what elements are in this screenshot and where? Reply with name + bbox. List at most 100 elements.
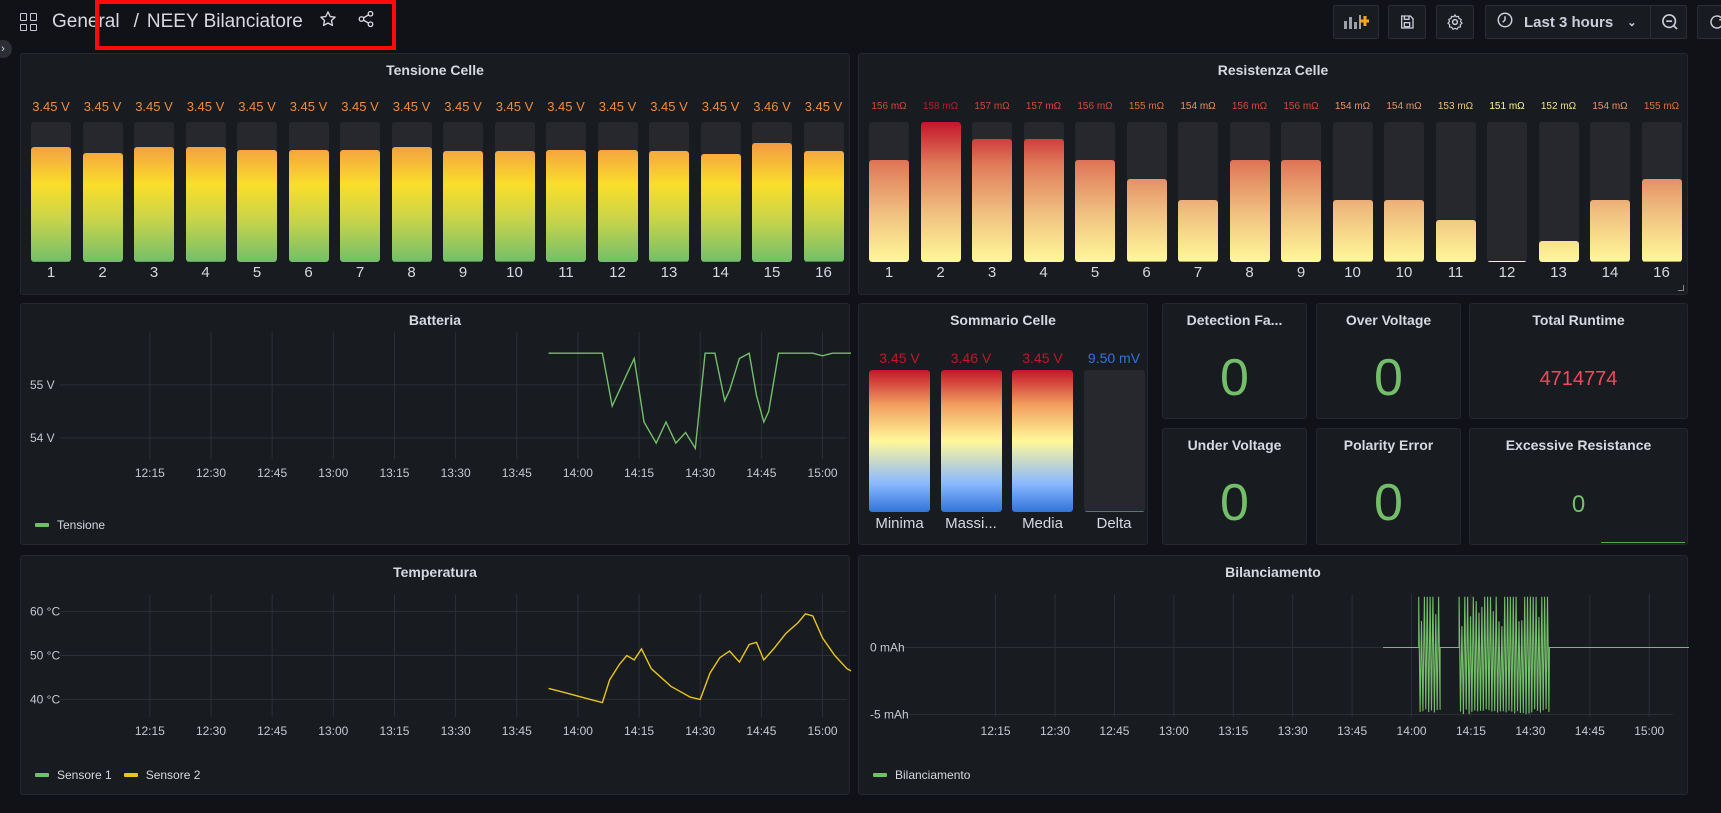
gauge-fill bbox=[494, 151, 535, 262]
refresh-button[interactable] bbox=[1697, 5, 1721, 39]
gauge-fill bbox=[1538, 241, 1579, 262]
x-tick-label: 15:00 bbox=[808, 466, 838, 480]
x-tick-label: 14:30 bbox=[1515, 724, 1545, 738]
gauge-track bbox=[869, 370, 930, 512]
x-tick-label: 13:45 bbox=[502, 466, 532, 480]
chart-legend: Bilanciamento bbox=[873, 768, 970, 782]
panel-over-voltage: Over Voltage 0 bbox=[1316, 303, 1461, 419]
gauge-fill bbox=[940, 370, 1002, 512]
y-tick-label: -5 mAh bbox=[870, 707, 909, 721]
x-tick-label: 13:30 bbox=[441, 724, 471, 738]
gauge-track bbox=[288, 122, 329, 262]
x-tick-label: 14:00 bbox=[563, 724, 593, 738]
resize-handle-icon[interactable] bbox=[1678, 285, 1684, 291]
panel-resistenza-celle: Resistenza Celle 156 mΩ 1 158 mΩ 2 157 mΩ 3 15… bbox=[858, 53, 1688, 295]
legend-label: Sensore 1 bbox=[57, 768, 112, 782]
legend-label: Sensore 2 bbox=[145, 768, 201, 782]
x-tick-label: 14:15 bbox=[624, 724, 654, 738]
y-tick-label: 40 °C bbox=[30, 692, 60, 706]
dashboard-settings-button[interactable] bbox=[1436, 5, 1474, 39]
gauge-fill bbox=[869, 370, 930, 512]
panel-title: Excessive Resistance bbox=[1505, 437, 1652, 453]
y-tick-label: 60 °C bbox=[30, 605, 60, 619]
zoom-out-icon[interactable] bbox=[1660, 12, 1680, 36]
x-tick-label: 12:45 bbox=[1099, 724, 1129, 738]
gauge-track bbox=[1281, 122, 1321, 262]
gauge-track bbox=[1538, 122, 1579, 262]
x-tick-label: 13:00 bbox=[318, 466, 348, 480]
battery-voltage-chart[interactable]: 12:15 12:30 12:45 13:00 13:15 13:30 13:45 14:00… bbox=[21, 314, 851, 524]
gauge-value: 9.50 mV bbox=[1087, 350, 1141, 366]
gauge-fill bbox=[31, 147, 71, 262]
x-tick-label: 14:15 bbox=[1456, 724, 1486, 738]
y-tick-label: 55 V bbox=[30, 378, 55, 392]
gauge-track bbox=[1487, 122, 1527, 262]
temperature-chart[interactable]: 12:15 12:30 12:45 13:00 13:15 13:30 13:45 14:00… bbox=[21, 564, 851, 774]
gauge-fill bbox=[1641, 179, 1682, 262]
panel-title: Resistenza Celle bbox=[1217, 62, 1329, 78]
gauge-track bbox=[494, 122, 535, 262]
gauge-fill bbox=[185, 147, 226, 262]
stat-value: 0 bbox=[1220, 349, 1249, 407]
panel-detection-failure: Detection Fa... 0 bbox=[1162, 303, 1307, 419]
gauge-track bbox=[1332, 122, 1373, 262]
gauge-fill bbox=[1435, 220, 1476, 262]
gauge-fill bbox=[1332, 200, 1373, 262]
panel-excessive-resistance: Excessive Resistance 0 bbox=[1469, 428, 1688, 545]
gauge-fill bbox=[443, 151, 483, 262]
x-tick-label: 14:15 bbox=[624, 466, 654, 480]
gauge-track bbox=[940, 370, 1002, 512]
gauge-track bbox=[1229, 122, 1270, 262]
gauge-track bbox=[82, 122, 123, 262]
legend-label: Bilanciamento bbox=[895, 768, 971, 782]
x-tick-label: 15:00 bbox=[808, 724, 838, 738]
add-panel-button[interactable] bbox=[1333, 5, 1379, 39]
gauge-value: 155 mΩ bbox=[1643, 101, 1680, 112]
panel-tensione-celle: Tensione Celle 3.45 V 1 3.45 V 2 3.45 V 3 3.45… bbox=[20, 53, 850, 295]
gauge-track bbox=[391, 122, 432, 262]
gauge-fill bbox=[340, 150, 380, 262]
gauge-fill bbox=[1384, 200, 1424, 262]
gauge-track bbox=[237, 122, 277, 262]
gauge-fill bbox=[237, 150, 277, 262]
panel-polarity-error: Polarity Error 0 bbox=[1316, 428, 1461, 545]
x-tick-label: 13:15 bbox=[379, 466, 409, 480]
save-dashboard-button[interactable] bbox=[1388, 5, 1426, 39]
gauge-track bbox=[649, 122, 689, 262]
panel-title: Tensione Celle bbox=[386, 62, 484, 78]
gauge-track bbox=[134, 122, 174, 262]
gauge-fill bbox=[1487, 260, 1527, 262]
legend-item-tensione[interactable]: Tensione bbox=[35, 518, 105, 532]
gauge-fill bbox=[972, 138, 1012, 262]
gauge-track bbox=[340, 122, 380, 262]
chart-legend: Tensione bbox=[35, 518, 105, 532]
gauge-fill bbox=[82, 152, 123, 262]
gauge-fill bbox=[391, 147, 432, 262]
legend-item-sensore-1[interactable]: Sensore 1 bbox=[35, 768, 112, 782]
gauge-label: 16 bbox=[1653, 264, 1670, 281]
gauge-label: Minima bbox=[875, 515, 924, 532]
add-panel-icon bbox=[1344, 15, 1369, 29]
time-range-picker[interactable]: Last 3 hours ⌄ bbox=[1485, 5, 1687, 39]
panel-total-runtime: Total Runtime 4714774 bbox=[1469, 303, 1688, 419]
legend-swatch bbox=[873, 773, 887, 777]
x-tick-label: 12:30 bbox=[196, 724, 226, 738]
dashboards-grid-icon[interactable] bbox=[20, 13, 38, 31]
gauge-track bbox=[1435, 122, 1476, 262]
x-tick-label: 12:15 bbox=[981, 724, 1011, 738]
gauge-fill bbox=[920, 122, 961, 262]
balancing-chart[interactable]: 12:15 12:30 12:45 13:00 13:15 13:30 13:45 14:00… bbox=[859, 564, 1689, 774]
x-tick-label: 14:45 bbox=[746, 466, 776, 480]
chevron-down-icon: ⌄ bbox=[1627, 16, 1637, 29]
gauge-label: 16 bbox=[815, 264, 832, 281]
sidebar-toggle-icon[interactable]: › bbox=[0, 40, 12, 58]
gauge-track bbox=[1012, 370, 1073, 512]
gauge-fill bbox=[1012, 370, 1073, 512]
gauge-track bbox=[1075, 122, 1115, 262]
gauge-fill bbox=[1178, 200, 1218, 262]
clock-icon bbox=[1496, 11, 1514, 33]
legend-item-bilanciamento[interactable]: Bilanciamento bbox=[873, 768, 970, 782]
save-icon bbox=[1401, 15, 1414, 29]
x-tick-label: 12:45 bbox=[257, 724, 287, 738]
legend-item-sensore-2[interactable]: Sensore 2 bbox=[123, 768, 201, 782]
